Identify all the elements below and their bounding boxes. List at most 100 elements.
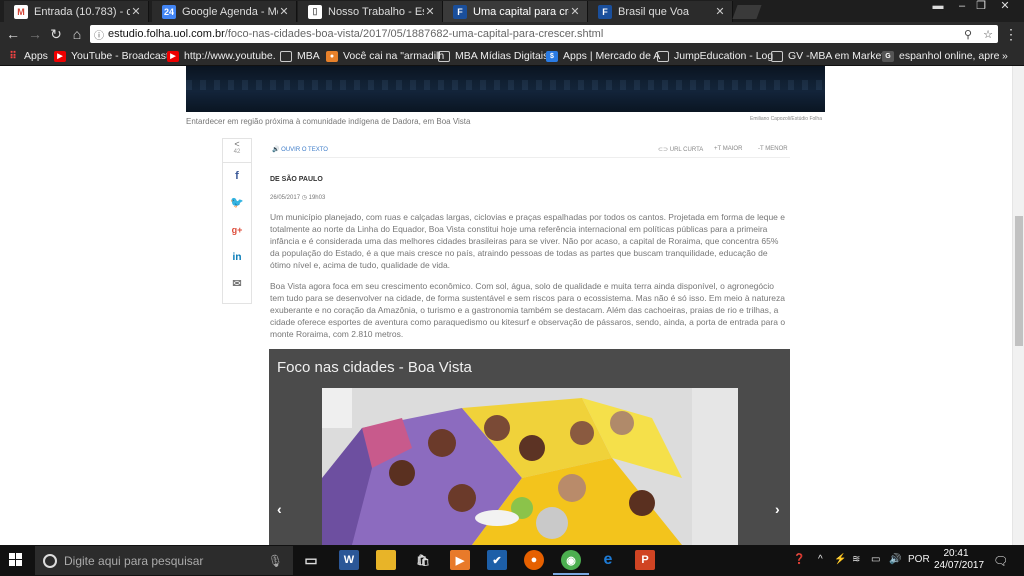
font-smaller-button[interactable]: -T MENOR <box>758 146 788 152</box>
info-icon[interactable]: ⓘ <box>90 27 108 42</box>
youtube-icon: ▶ <box>167 50 179 62</box>
font-bigger-button[interactable]: +T MAIOR <box>714 146 742 152</box>
close-icon[interactable]: ✕ <box>714 5 726 18</box>
bookmark-apps[interactable]: ⠿ Apps <box>7 49 48 63</box>
page-scrollbar[interactable] <box>1012 66 1024 545</box>
forward-icon[interactable]: → <box>27 26 43 42</box>
search-placeholder: Digite aqui para pesquisar <box>64 553 204 568</box>
search-icon[interactable]: ⚲ <box>958 28 978 41</box>
help-icon[interactable]: ❓ <box>793 554 805 565</box>
speaker-icon: 🔊 <box>272 147 280 153</box>
close-icon[interactable]: ✕ <box>130 5 142 18</box>
network-icon[interactable]: ⚡ <box>834 554 846 565</box>
page-icon <box>438 50 450 62</box>
battery-icon[interactable]: ▭ <box>871 554 880 565</box>
bookmark-apps-mercado[interactable]: $ Apps | Mercado de A <box>546 49 660 63</box>
language-indicator[interactable]: POR <box>908 554 930 565</box>
listen-button[interactable]: 🔊 OUVIR O TEXTO <box>272 146 328 153</box>
bigger-label: MAIOR <box>722 146 743 152</box>
windows-start-icon[interactable] <box>9 553 23 567</box>
browser-tab-bar: M Entrada (10.783) - catia. ✕ 24 Google … <box>0 0 1024 22</box>
star-icon[interactable]: ☆ <box>978 28 998 41</box>
tab-uma-capital[interactable]: F Uma capital para crescer ✕ <box>443 1 588 22</box>
window-close-icon[interactable]: ✕ <box>994 0 1016 14</box>
bookmark-armadilha[interactable]: ● Você cai na "armadilh <box>326 49 444 63</box>
bookmarks-bar: ⠿ Apps ▶ YouTube - Broadcast ▶ http://www.y… <box>0 46 1024 66</box>
powerpoint-icon[interactable]: P <box>635 550 655 570</box>
bookmark-espanhol[interactable]: Gespanhol online, apre <box>882 49 999 63</box>
chrome-icon[interactable]: ◉ <box>553 550 589 575</box>
word-icon[interactable]: W <box>339 550 359 570</box>
bookmark-mba-midias[interactable]: MBA Mídias Digitais <box>438 49 548 63</box>
address-bar[interactable]: ⓘ estudio.folha.uol.com.br/foco-nas-cida… <box>90 25 998 43</box>
volume-icon[interactable]: 🔊 <box>889 554 901 565</box>
bookmark-youtube-broadcast[interactable]: ▶ YouTube - Broadcast <box>54 49 169 63</box>
photo-credit: Emiliano Capozoli/Estúdio Folha <box>750 116 822 122</box>
smaller-label: MENOR <box>765 146 788 152</box>
linkedin-icon[interactable]: in <box>223 244 251 271</box>
wifi-icon[interactable]: ≋ <box>852 554 860 565</box>
firefox-icon[interactable]: ● <box>524 550 544 570</box>
gallery-photo[interactable] <box>322 388 738 545</box>
text-size-up-icon: +T <box>714 146 722 152</box>
task-view-icon[interactable]: ▭ <box>301 550 321 570</box>
tab-title: Entrada (10.783) - catia. <box>34 5 130 18</box>
bookmarks-overflow-icon[interactable]: » <box>1002 49 1008 63</box>
folha-icon: F <box>598 4 612 19</box>
restore-icon[interactable]: ❐ <box>970 0 992 14</box>
edge-icon[interactable]: e <box>598 550 618 570</box>
gallery-title: Foco nas cidades - Boa Vista <box>277 359 472 376</box>
google-plus-icon[interactable]: g+ <box>223 217 251 244</box>
email-icon[interactable]: ✉ <box>223 271 251 298</box>
share-count-value: 42 <box>233 149 241 155</box>
tab-nosso-trabalho[interactable]: ▯ Nosso Trabalho - Estúdi ✕ <box>298 1 443 22</box>
publish-date: 26/05/2017 ◷ 19h03 <box>270 194 325 201</box>
time-text: 19h03 <box>308 195 326 201</box>
article-paragraph: Boa Vista agora foca em seu crescimento … <box>270 281 786 339</box>
browser-toolbar: ← → ↻ ⌂ ⓘ estudio.folha.uol.com.br/foco-… <box>0 22 1024 46</box>
scrollbar-thumb[interactable] <box>1015 216 1023 346</box>
new-tab-button[interactable] <box>732 5 762 19</box>
tab-brasil-que-voa[interactable]: F Brasil que Voa ✕ <box>588 1 733 22</box>
twitter-icon[interactable]: 🐦 <box>223 190 251 217</box>
menu-icon[interactable]: ⋮ <box>1003 26 1019 42</box>
short-url-button[interactable]: ⊂⊃ URL CURTA <box>658 146 703 153</box>
date-text: 26/05/2017 <box>270 195 301 201</box>
page-icon <box>771 50 783 62</box>
taskbar-search-box[interactable]: Digite aqui para pesquisar 🎙 <box>35 546 293 575</box>
bookmark-jumpeducation[interactable]: JumpEducation - Log <box>657 49 773 63</box>
bookmark-gv-mba[interactable]: GV -MBA em Market <box>771 49 884 63</box>
gallery-next-icon[interactable]: › <box>775 501 780 517</box>
gallery-prev-icon[interactable]: ‹ <box>277 501 282 517</box>
mail-icon[interactable]: ✔ <box>487 550 507 570</box>
taskbar-clock[interactable]: 20:41 24/07/2017 <box>934 548 985 572</box>
cortana-icon <box>43 553 57 568</box>
tab-google-agenda[interactable]: 24 Google Agenda - Mês d ✕ <box>152 1 297 22</box>
byline: DE SÃO PAULO <box>270 176 323 183</box>
tray-expand-icon[interactable]: ^ <box>818 554 823 565</box>
microphone-icon[interactable]: 🎙 <box>268 554 283 568</box>
profile-icon[interactable]: ▬ <box>927 0 949 14</box>
tab-title: Uma capital para crescer <box>473 5 569 18</box>
url-text[interactable]: estudio.folha.uol.com.br/foco-nas-cidade… <box>108 28 958 40</box>
clock-date: 24/07/2017 <box>934 560 985 571</box>
bookmark-mba[interactable]: MBA <box>280 49 320 63</box>
photo-caption: Entardecer em região próxima à comunidad… <box>186 117 471 126</box>
reload-icon[interactable]: ↻ <box>48 26 64 42</box>
share-count[interactable]: < 42 <box>223 139 251 163</box>
bookmark-label: MBA <box>297 50 320 62</box>
bookmark-youtube-url[interactable]: ▶ http://www.youtube. <box>167 49 276 63</box>
bookmark-label: Apps | Mercado de A <box>563 50 661 62</box>
action-center-icon[interactable]: 🗨 <box>993 554 1008 568</box>
facebook-icon[interactable]: f <box>223 163 251 190</box>
close-icon[interactable]: ✕ <box>569 5 581 18</box>
back-icon[interactable]: ← <box>5 26 21 42</box>
short-url-label: URL CURTA <box>669 147 704 153</box>
store-icon[interactable]: 🛍 <box>413 550 433 570</box>
media-player-icon[interactable]: ▶ <box>450 550 470 570</box>
close-icon[interactable]: ✕ <box>278 5 290 18</box>
file-explorer-icon[interactable] <box>376 550 396 570</box>
home-icon[interactable]: ⌂ <box>69 26 85 42</box>
close-icon[interactable]: ✕ <box>424 5 436 18</box>
tab-gmail[interactable]: M Entrada (10.783) - catia. ✕ <box>4 1 149 22</box>
